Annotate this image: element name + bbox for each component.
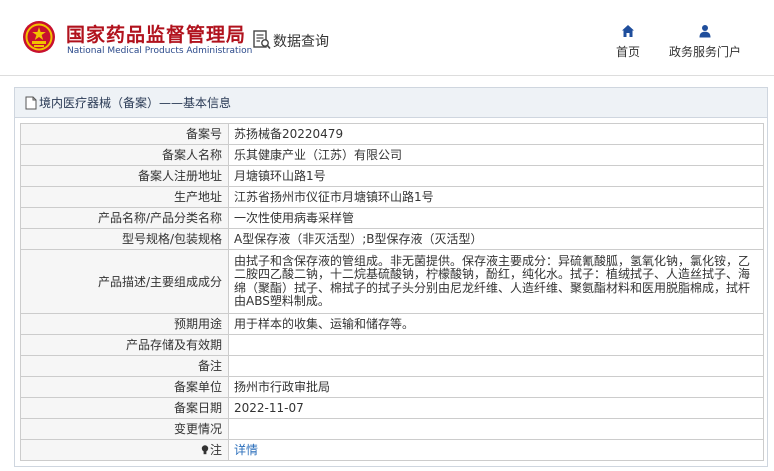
nav-service-portal-label: 政务服务门户 — [668, 45, 741, 59]
row-value: 一次性使用病毒采样管 — [228, 207, 764, 229]
table-row: 备案号 苏扬械备20220479 — [20, 123, 764, 145]
row-label: 产品存储及有效期 — [20, 334, 229, 356]
row-label: 预期用途 — [20, 313, 229, 335]
table-row: 产品存储及有效期 — [20, 334, 764, 356]
table-row: 产品名称/产品分类名称 一次性使用病毒采样管 — [20, 207, 764, 229]
agency-name: 国家药品监督管理局 — [66, 24, 247, 46]
row-label: 生产地址 — [20, 186, 229, 208]
row-value: 月塘镇环山路1号 — [228, 165, 764, 187]
table-row: 备案日期 2022-11-07 — [20, 397, 764, 419]
row-value: 2022-11-07 — [228, 397, 764, 419]
data-query-icon — [253, 30, 271, 50]
panel-title: 境内医疗器械（备案）——基本信息 — [39, 96, 232, 110]
nav-home-link[interactable]: 首页 — [610, 24, 646, 60]
lightbulb-icon — [201, 445, 209, 455]
row-value: 江苏省扬州市仪征市月塘镇环山路1号 — [228, 186, 764, 208]
nav-home-label: 首页 — [615, 45, 640, 59]
row-value: A型保存液（非灭活型）;B型保存液（灭活型） — [228, 228, 764, 250]
table-row: 备案人名称 乐其健康产业（江苏）有限公司 — [20, 144, 764, 166]
panel-header: 境内医疗器械（备案）——基本信息 — [15, 88, 767, 118]
details-link[interactable]: 详情 — [234, 443, 258, 457]
row-label: 备案人注册地址 — [20, 165, 229, 187]
table-row: 变更情况 — [20, 418, 764, 440]
row-label: 型号规格/包装规格 — [20, 228, 229, 250]
home-icon — [622, 25, 634, 37]
row-label: 备注 — [20, 355, 229, 377]
table-row: 备案人注册地址 月塘镇环山路1号 — [20, 165, 764, 187]
row-value: 苏扬械备20220479 — [228, 123, 764, 145]
document-icon — [25, 96, 37, 109]
table-row: 生产地址 江苏省扬州市仪征市月塘镇环山路1号 — [20, 186, 764, 208]
table-row: 预期用途 用于样本的收集、运输和储存等。 — [20, 313, 764, 335]
row-label: 备案日期 — [20, 397, 229, 419]
row-value — [228, 355, 764, 377]
table-row: 型号规格/包装规格 A型保存液（非灭活型）;B型保存液（灭活型） — [20, 228, 764, 250]
row-label: 产品描述/主要组成成分 — [20, 249, 229, 314]
data-query-label: 数据查询 — [273, 34, 329, 50]
row-label: 备案号 — [20, 123, 229, 145]
row-value: 乐其健康产业（江苏）有限公司 — [228, 144, 764, 166]
table-row: 备注 — [20, 355, 764, 377]
note-label: 注 — [209, 443, 222, 457]
row-label-note: 注 — [20, 439, 229, 461]
detail-table: 备案号 苏扬械备20220479 备案人名称 乐其健康产业（江苏）有限公司 备案… — [20, 123, 764, 461]
row-value: 扬州市行政审批局 — [228, 376, 764, 398]
table-row: 注 详情 — [20, 439, 764, 461]
site-header: 国家药品监督管理局 National Medical Products Admi… — [0, 0, 774, 76]
row-value — [228, 418, 764, 440]
nav-service-portal-link[interactable]: 政务服务门户 — [664, 24, 746, 60]
table-row: 产品描述/主要组成成分 由拭子和含保存液的管组成。非无菌提供。保存液主要成分：异… — [20, 249, 764, 314]
row-value: 用于样本的收集、运输和储存等。 — [228, 313, 764, 335]
row-label: 备案单位 — [20, 376, 229, 398]
row-value: 由拭子和含保存液的管组成。非无菌提供。保存液主要成分：异硫氰酸胍，氢氧化钠，氯化… — [228, 249, 764, 314]
row-value — [228, 334, 764, 356]
row-value: 详情 — [228, 439, 764, 461]
row-label: 变更情况 — [20, 418, 229, 440]
agency-name-en: National Medical Products Administration — [67, 46, 253, 56]
row-label: 产品名称/产品分类名称 — [20, 207, 229, 229]
detail-panel: 境内医疗器械（备案）——基本信息 备案号 苏扬械备20220479 备案人名称 … — [14, 87, 768, 467]
user-icon — [699, 25, 711, 38]
row-label: 备案人名称 — [20, 144, 229, 166]
national-emblem-icon — [23, 21, 55, 53]
table-row: 备案单位 扬州市行政审批局 — [20, 376, 764, 398]
